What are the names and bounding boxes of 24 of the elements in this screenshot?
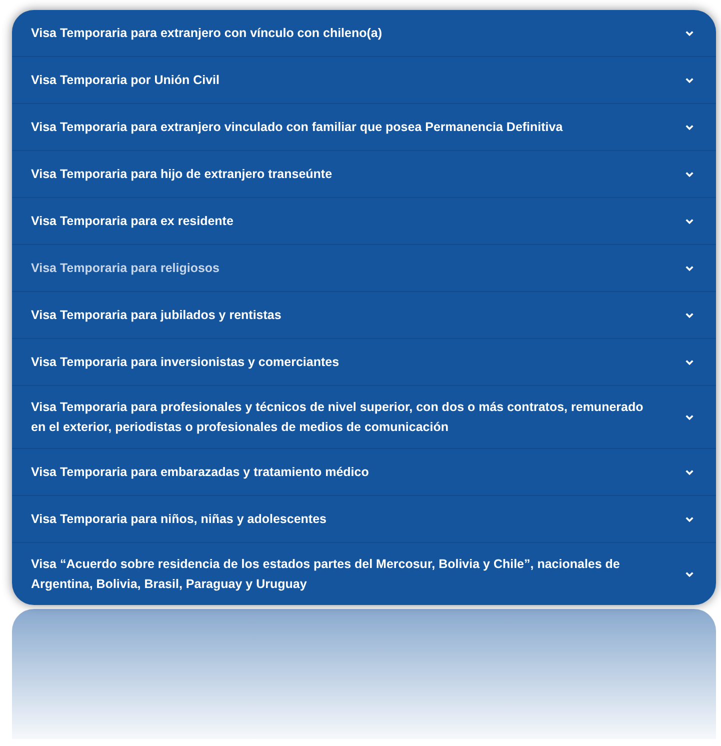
accordion-header[interactable]: Visa Temporaria para jubilados y rentistas [12, 292, 716, 339]
accordion-header[interactable]: Visa “Acuerdo sobre residencia de los estados partes del Mercosur, Bolivia y Chile”, nacionales de Argentina, Bolivia, Brasil, Paraguay y Uruguay [12, 543, 716, 605]
chevron-icon [685, 312, 694, 318]
chevron-icon [685, 30, 694, 36]
chevron-icon [685, 218, 694, 224]
chevron-icon [685, 358, 694, 366]
accordion-header[interactable]: Visa Temporaria para profesionales y técnicos de nivel superior, con dos o más contratos, remunerado en el exterior, periodistas o profesionales de medios de comunicación [12, 386, 716, 449]
accordion-header[interactable]: Visa Temporaria para religiosos [12, 245, 716, 292]
chevron-icon [685, 468, 694, 476]
chevron-icon [685, 570, 694, 578]
chevron-icon [685, 76, 694, 84]
accordion-header[interactable]: Visa Temporaria para extranjero con vínculo con chileno(a) [12, 10, 716, 57]
chevron-icon [685, 516, 694, 522]
chevron-icon [685, 170, 694, 178]
accordion-header[interactable]: Visa Temporaria para extranjero vinculado con familiar que posea Permanencia Definitiva [12, 104, 716, 151]
accordion-header[interactable]: Visa Temporaria por Unión Civil [12, 57, 716, 104]
accordion-header[interactable]: Visa Temporaria para niños, niñas y adolescentes [12, 496, 716, 543]
chevron-icon [685, 414, 694, 420]
accordion-header[interactable]: Visa Temporaria para inversionistas y comerciantes [12, 339, 716, 386]
chevron-icon [685, 264, 694, 272]
accordion-header[interactable]: Visa Temporaria para ex residente [12, 198, 716, 245]
accordion-header[interactable]: Visa Temporaria para embarazadas y tratamiento médico [12, 449, 716, 496]
accordion-header[interactable]: Visa Temporaria para hijo de extranjero transeúnte [12, 151, 716, 198]
chevron-icon [685, 124, 694, 130]
